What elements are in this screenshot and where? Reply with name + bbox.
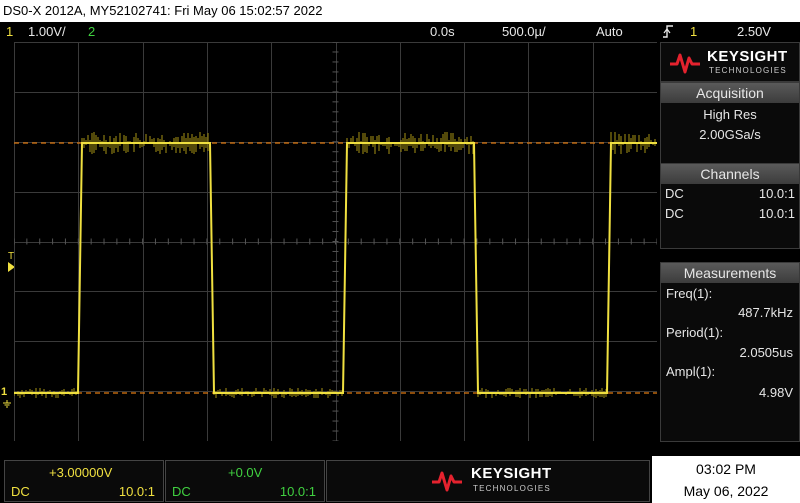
ch1-number[interactable]: 1 bbox=[6, 22, 13, 41]
ch1-bottom-probe: 10.0:1 bbox=[118, 484, 155, 499]
clock-date: May 06, 2022 bbox=[683, 483, 769, 499]
top-status-bar: 1 1.00V/ 2 0.0s 500.0µ/ Auto 1 2.50V bbox=[0, 22, 800, 41]
window-title: DS0-X 2012A, MY52102741: Fri May 06 15:0… bbox=[0, 0, 800, 22]
channels-header[interactable]: Channels bbox=[661, 164, 799, 184]
ground-icon bbox=[3, 395, 11, 408]
trigger-level[interactable]: 2.50V bbox=[737, 22, 771, 41]
measurements-header[interactable]: Measurements bbox=[661, 263, 799, 283]
waveform-plot bbox=[13, 41, 658, 442]
ch2-softkey-box[interactable]: +0.0V DC 10.0:1 bbox=[165, 460, 325, 502]
time-offset[interactable]: 0.0s bbox=[430, 22, 455, 41]
ch2-number[interactable]: 2 bbox=[88, 22, 95, 41]
acquisition-mode: High Res bbox=[703, 107, 757, 122]
freq-label: Freq(1): bbox=[666, 286, 713, 301]
ch1-scale[interactable]: 1.00V/ bbox=[28, 22, 66, 41]
sample-rate: 2.00GSa/s bbox=[699, 127, 761, 142]
ampl-label: Ampl(1): bbox=[666, 364, 716, 379]
brand-name: KEYSIGHT bbox=[707, 48, 788, 65]
keysight-logo: KEYSIGHT TECHNOLOGIES bbox=[660, 42, 800, 82]
period-value: 2.0505us bbox=[739, 345, 794, 360]
waveform-display[interactable] bbox=[13, 41, 658, 442]
period-label: Period(1): bbox=[666, 325, 724, 340]
keysight-wave-icon bbox=[670, 53, 700, 74]
ch1-offset: +3.00000V bbox=[49, 465, 113, 480]
brand-sub: TECHNOLOGIES bbox=[709, 66, 787, 75]
bottom-keysight-wave-icon bbox=[432, 471, 462, 492]
time-scale[interactable]: 500.0µ/ bbox=[502, 22, 546, 41]
ch1-softkey-box[interactable]: +3.00000V DC 10.0:1 bbox=[4, 460, 164, 502]
clock-time: 03:02 PM bbox=[696, 461, 756, 477]
right-panel: KEYSIGHT TECHNOLOGIES Acquisition High R… bbox=[660, 42, 800, 442]
ch2-offset: +0.0V bbox=[228, 465, 263, 480]
trigger-mode[interactable]: Auto bbox=[596, 22, 623, 41]
ch2-bottom-probe: 10.0:1 bbox=[279, 484, 316, 499]
acquisition-header[interactable]: Acquisition bbox=[661, 83, 799, 103]
bottom-bar: +3.00000V DC 10.0:1 +0.0V DC 10.0:1 KEYS… bbox=[0, 456, 800, 503]
bottom-logo-box: KEYSIGHT TECHNOLOGIES bbox=[326, 460, 650, 502]
ch2-coupling: DC bbox=[665, 206, 684, 221]
graticule bbox=[13, 41, 658, 442]
ch1-bottom-coupling: DC bbox=[11, 484, 30, 499]
ch2-probe: 10.0:1 bbox=[758, 206, 795, 221]
ch1-probe: 10.0:1 bbox=[758, 186, 795, 201]
ampl-value: 4.98V bbox=[759, 385, 793, 400]
bottom-brand-name: KEYSIGHT bbox=[471, 465, 552, 482]
ch1-trace bbox=[14, 142, 657, 394]
trigger-channel[interactable]: 1 bbox=[690, 22, 697, 41]
measurements-panel[interactable]: Measurements Freq(1): 487.7kHz Period(1)… bbox=[660, 262, 800, 442]
ch1-coupling: DC bbox=[665, 186, 684, 201]
bottom-brand-sub: TECHNOLOGIES bbox=[473, 484, 551, 493]
ch2-bottom-coupling: DC bbox=[172, 484, 191, 499]
clock: 03:02 PM May 06, 2022 bbox=[652, 456, 800, 503]
channels-panel[interactable]: Channels DC 10.0:1 DC 10.0:1 bbox=[660, 163, 800, 249]
freq-value: 487.7kHz bbox=[738, 305, 793, 320]
rising-edge-icon bbox=[662, 24, 674, 44]
